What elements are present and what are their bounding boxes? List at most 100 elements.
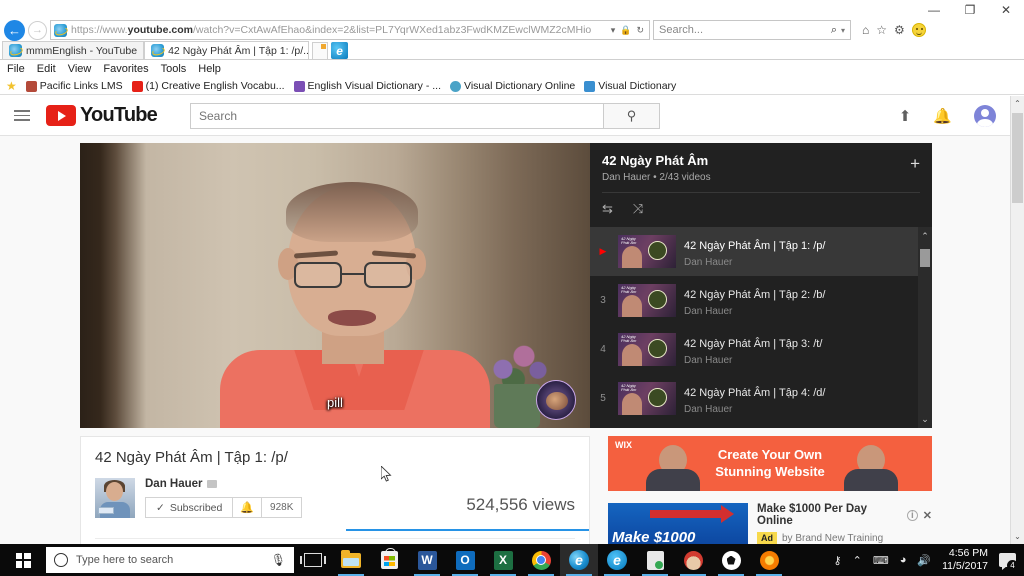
avatar[interactable] xyxy=(974,104,996,127)
search-button[interactable]: ⚲ xyxy=(603,102,660,129)
chevron-up-icon[interactable]: ⌃ xyxy=(853,554,862,567)
smiley-feedback-icon[interactable] xyxy=(911,23,926,37)
address-bar[interactable]: https://www.youtube.com/watch?v=CxtAwAfE… xyxy=(50,20,650,40)
bookmark-item[interactable]: Visual Dictionary Online xyxy=(450,80,575,92)
browser-tab-1[interactable]: mmmEnglish - YouTube xyxy=(2,41,145,59)
menu-item-favorites[interactable]: Favorites xyxy=(103,63,148,75)
playlist-item[interactable]: ▶ 42 Ngày Phát Âm 42 Ngày Phát Âm | Tập 1… xyxy=(590,227,932,276)
favorites-star-icon[interactable]: ☆ xyxy=(876,23,887,37)
taskbar-excel[interactable]: X xyxy=(484,544,522,576)
settings-gear-icon[interactable]: ⚙ xyxy=(894,23,905,37)
scrollbar-thumb[interactable] xyxy=(920,249,930,267)
scroll-up-icon[interactable]: ⌃ xyxy=(918,229,932,243)
task-view-button[interactable] xyxy=(294,544,332,576)
menu-item-tools[interactable]: Tools xyxy=(161,63,187,75)
microphone-icon[interactable]: 🎙 xyxy=(271,553,286,567)
playlist-item[interactable]: 6 42 NgàyPhát Âm 42 Ngày Phát Âm | Tập 5… xyxy=(590,423,932,428)
taskbar-microsoft-store[interactable] xyxy=(370,544,408,576)
shuffle-icon[interactable]: ⤨ xyxy=(633,201,643,217)
maximize-button[interactable]: ❐ xyxy=(952,0,988,20)
playlist-item-channel: Dan Hauer xyxy=(684,256,733,268)
browser-tab-2[interactable]: 42 Ngày Phát Âm | Tập 1: /p/... ✕ xyxy=(144,41,310,59)
browser-chrome: — ❐ ✕ ← → https://www.youtube.com/watch?… xyxy=(0,0,1024,96)
browser-search-box[interactable]: Search... ⌕ ▾ xyxy=(653,20,851,40)
menu-item-edit[interactable]: Edit xyxy=(37,63,56,75)
taskbar-chrome[interactable] xyxy=(522,544,560,576)
info-icon[interactable]: i xyxy=(907,509,918,521)
playlist-item-title: 42 Ngày Phát Âm | Tập 3: /t/ xyxy=(684,337,823,350)
channel-watermark-icon[interactable] xyxy=(536,380,576,420)
taskbar-edge[interactable]: e xyxy=(598,544,636,576)
favorites-star-icon[interactable]: ★ xyxy=(6,79,17,93)
scroll-down-icon[interactable]: ⌄ xyxy=(918,412,932,426)
bookmark-item[interactable]: Pacific Links LMS xyxy=(25,80,123,92)
search-input[interactable] xyxy=(189,102,604,129)
search-dropdown-icon[interactable]: ▾ xyxy=(841,26,845,35)
video-thumbnail: 42 Ngày Phát Âm xyxy=(618,235,676,268)
minimize-button[interactable]: — xyxy=(916,0,952,20)
tab-strip: mmmEnglish - YouTube 42 Ngày Phát Âm | T… xyxy=(0,41,1024,60)
ad-title[interactable]: Make $1000 Per Day Online i ✕ xyxy=(757,503,932,527)
bookmark-label: Pacific Links LMS xyxy=(39,80,123,92)
start-button[interactable] xyxy=(0,544,46,576)
volume-icon[interactable]: 🔊 xyxy=(917,554,931,567)
channel-column: Dan Hauer ✓ Subscribed 🔔 928K xyxy=(145,478,303,518)
new-tab-button[interactable] xyxy=(312,42,329,59)
scroll-down-icon[interactable]: ⌄ xyxy=(1011,529,1024,544)
forward-arrow-icon[interactable]: → xyxy=(28,20,47,40)
loop-icon[interactable]: ⇆ xyxy=(602,201,613,217)
close-icon[interactable]: ✕ xyxy=(923,509,932,522)
subscribed-button[interactable]: ✓ Subscribed xyxy=(146,498,232,517)
search-icon[interactable]: ⌕ xyxy=(831,24,837,37)
bookmark-item[interactable]: English Visual Dictionary - ... xyxy=(293,80,441,92)
ad-banner-text: Create Your Own Stunning Website xyxy=(715,447,825,480)
edge-browser-icon[interactable]: e xyxy=(331,42,349,59)
channel-avatar[interactable] xyxy=(95,478,135,518)
scroll-up-icon[interactable]: ⌃ xyxy=(1011,96,1024,111)
chrome-icon xyxy=(531,550,551,570)
taskbar-soccer-app[interactable] xyxy=(712,544,750,576)
youtube-logo[interactable]: YouTube xyxy=(46,104,158,127)
share-icon[interactable]: ⚷ xyxy=(834,554,842,567)
home-icon[interactable]: ⌂ xyxy=(862,23,869,37)
promoted-video-ad[interactable]: Make $1000 Make $1000 Per Day Online i ✕… xyxy=(608,503,932,544)
playlist-item[interactable]: 4 42 Ngày Phát Âm 42 Ngày Phát Âm | Tập 3… xyxy=(590,325,932,374)
bell-icon[interactable]: 🔔 xyxy=(933,107,952,125)
refresh-icon[interactable]: ↻ xyxy=(636,25,644,36)
view-count: 524,556 views xyxy=(466,495,575,514)
taskbar-outlook[interactable]: O xyxy=(446,544,484,576)
notification-bell-button[interactable]: 🔔 xyxy=(232,498,261,517)
menu-item-file[interactable]: File xyxy=(7,63,25,75)
taskbar-clock[interactable]: 4:56 PM 11/5/2017 xyxy=(942,547,988,573)
taskbar-file-explorer[interactable] xyxy=(332,544,370,576)
video-player[interactable]: pill xyxy=(80,143,590,428)
wifi-icon[interactable]: ◕ xyxy=(900,554,907,566)
playlist-item[interactable]: 3 42 Ngày Phát Âm 42 Ngày Phát Âm | Tập 2… xyxy=(590,276,932,325)
taskbar-flower-app[interactable] xyxy=(750,544,788,576)
hamburger-menu-icon[interactable] xyxy=(14,110,30,121)
playlist-item-index: 3 xyxy=(600,295,606,306)
notifications-button[interactable]: 4 xyxy=(999,553,1018,571)
playlist-add-icon[interactable]: + xyxy=(910,155,920,172)
taskbar-search[interactable]: Type here to search 🎙 xyxy=(46,547,294,573)
bookmark-item[interactable]: (1) Creative English Vocabu... xyxy=(131,80,285,92)
close-button[interactable]: ✕ xyxy=(988,0,1024,20)
playlist-scrollbar[interactable]: ⌃ ⌄ xyxy=(918,227,932,428)
bookmark-item[interactable]: Visual Dictionary xyxy=(584,80,676,92)
back-arrow-icon[interactable]: ← xyxy=(4,19,25,41)
taskbar-green-app[interactable] xyxy=(636,544,674,576)
channel-name[interactable]: Dan Hauer xyxy=(145,478,302,490)
url-dropdown-icon[interactable]: ▾ xyxy=(611,25,616,36)
playlist-item[interactable]: 5 42 Ngày Phát Âm 42 Ngày Phát Âm | Tập 4… xyxy=(590,374,932,423)
wix-ad-banner[interactable]: WIX Create Your Own Stunning Website xyxy=(608,436,932,491)
menu-item-help[interactable]: Help xyxy=(198,63,221,75)
menu-item-view[interactable]: View xyxy=(68,63,92,75)
taskbar-santa-app[interactable] xyxy=(674,544,712,576)
taskbar-word[interactable]: W xyxy=(408,544,446,576)
taskbar-internet-explorer[interactable]: e xyxy=(560,544,598,576)
scrollbar-thumb[interactable] xyxy=(1012,113,1023,203)
page-scrollbar[interactable]: ⌃ ⌄ xyxy=(1010,96,1024,544)
window-controls: — ❐ ✕ xyxy=(916,0,1024,20)
keyboard-icon[interactable]: ⌨ xyxy=(873,554,889,567)
upload-icon[interactable]: ⬆ xyxy=(899,107,912,125)
